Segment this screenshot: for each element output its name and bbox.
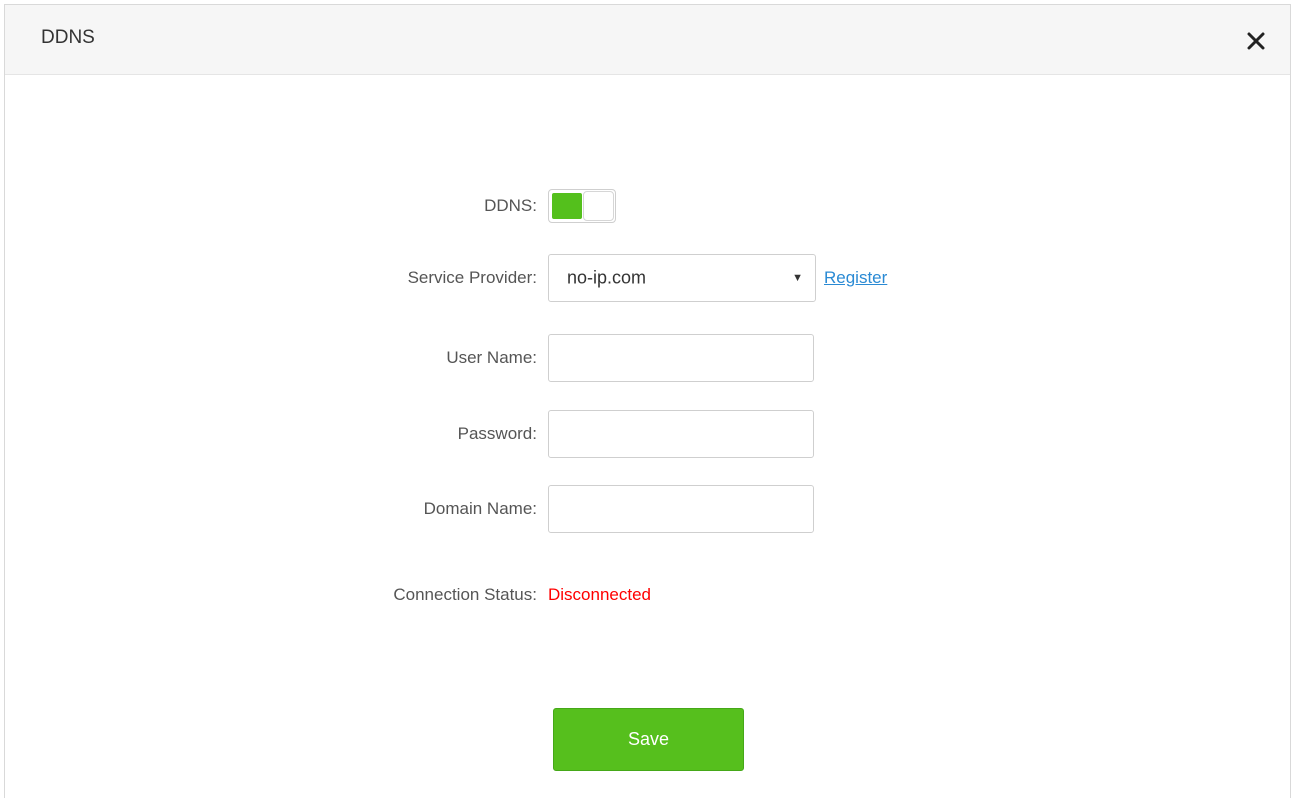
ddns-row: DDNS: <box>5 186 1290 226</box>
ddns-label: DDNS: <box>484 196 537 215</box>
close-button[interactable] <box>1242 27 1270 55</box>
ddns-dialog: DDNS DDNS: Service Provider: no-ip.com ▼… <box>4 4 1291 798</box>
service-provider-label: Service Provider: <box>407 268 537 287</box>
dropdown-arrow-icon: ▼ <box>792 272 803 284</box>
service-provider-select[interactable]: no-ip.com ▼ <box>548 254 816 302</box>
service-provider-row: Service Provider: no-ip.com ▼ Register <box>5 254 1290 302</box>
close-icon <box>1247 32 1265 50</box>
toggle-on-indicator <box>552 193 582 219</box>
password-field-wrap <box>548 410 814 458</box>
service-provider-field: no-ip.com ▼ Register <box>548 254 887 302</box>
user-name-input[interactable] <box>548 334 814 382</box>
password-input[interactable] <box>548 410 814 458</box>
connection-status-label: Connection Status: <box>393 585 537 604</box>
toggle-knob <box>583 191 614 221</box>
service-provider-value: no-ip.com <box>567 267 647 288</box>
connection-status-row: Connection Status: Disconnected <box>5 575 1290 615</box>
user-name-field-wrap <box>548 334 814 382</box>
ddns-toggle[interactable] <box>548 189 616 223</box>
domain-name-row: Domain Name: <box>5 485 1290 533</box>
register-link[interactable]: Register <box>824 268 887 288</box>
connection-status-field: Disconnected <box>548 585 651 605</box>
domain-name-input[interactable] <box>548 485 814 533</box>
ddns-field <box>548 189 616 223</box>
dialog-title: DDNS <box>41 27 95 48</box>
domain-name-label: Domain Name: <box>423 499 537 518</box>
user-name-label: User Name: <box>446 348 537 367</box>
domain-name-field-wrap <box>548 485 814 533</box>
password-label: Password: <box>457 424 537 443</box>
connection-status-value: Disconnected <box>548 585 652 604</box>
save-button[interactable]: Save <box>553 708 744 771</box>
dialog-header: DDNS <box>5 5 1290 75</box>
user-name-row: User Name: <box>5 334 1290 382</box>
password-row: Password: <box>5 410 1290 458</box>
